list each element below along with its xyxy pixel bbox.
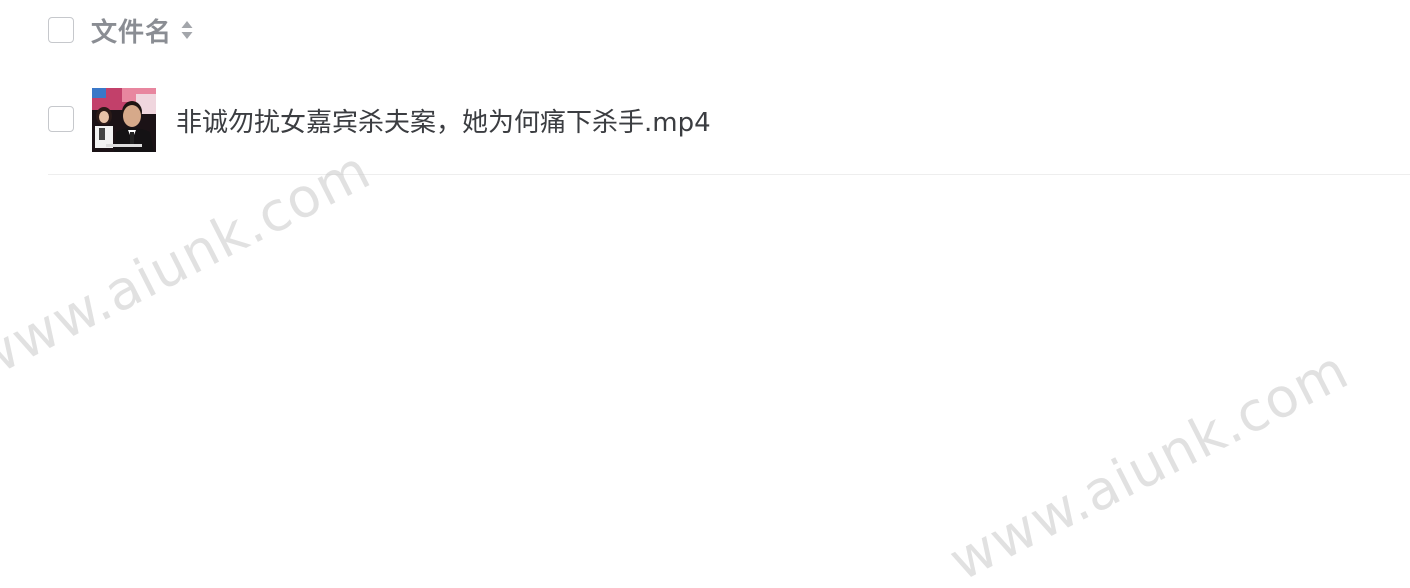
filename-column-header[interactable]: 文件名 [91, 12, 172, 49]
watermark: www.aiunk.com [939, 338, 1359, 588]
file-name-link[interactable]: 非诚勿扰女嘉宾杀夫案，她为何痛下杀手.mp4 [176, 102, 711, 139]
file-select-checkbox[interactable] [48, 106, 74, 132]
select-all-checkbox[interactable] [48, 17, 74, 43]
sort-updown-icon[interactable] [180, 18, 194, 42]
file-list-page: 文件名 非诚勿扰女嘉宾杀夫案，她为何痛下杀手.mp4 www.aiunk.com… [0, 0, 1410, 588]
watermark: www.aiunk.com [0, 138, 381, 393]
video-thumbnail[interactable] [92, 88, 156, 152]
file-list-header: 文件名 [48, 10, 194, 50]
file-row[interactable]: 非诚勿扰女嘉宾杀夫案，她为何痛下杀手.mp4 [48, 86, 1410, 175]
